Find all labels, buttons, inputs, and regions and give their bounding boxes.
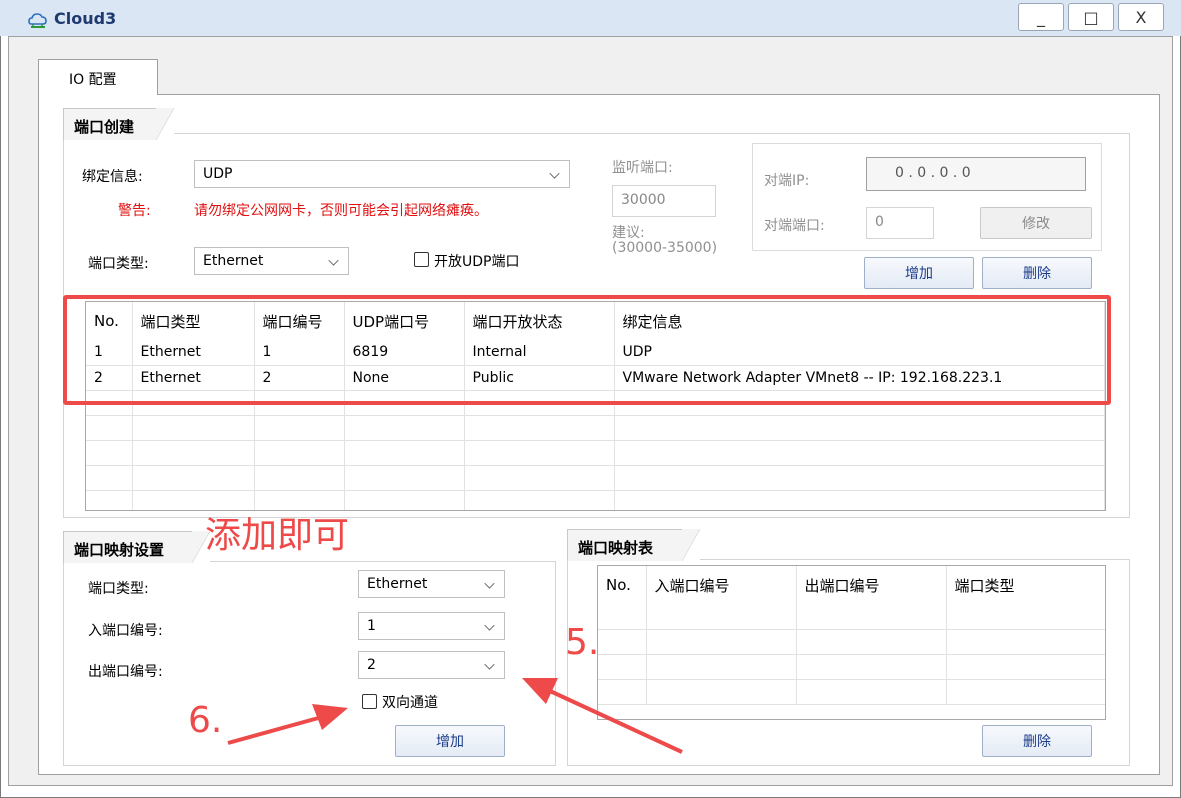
annotation-arrows xyxy=(227,678,683,754)
arrow-icon xyxy=(522,678,683,754)
arrow-icon xyxy=(227,704,348,745)
